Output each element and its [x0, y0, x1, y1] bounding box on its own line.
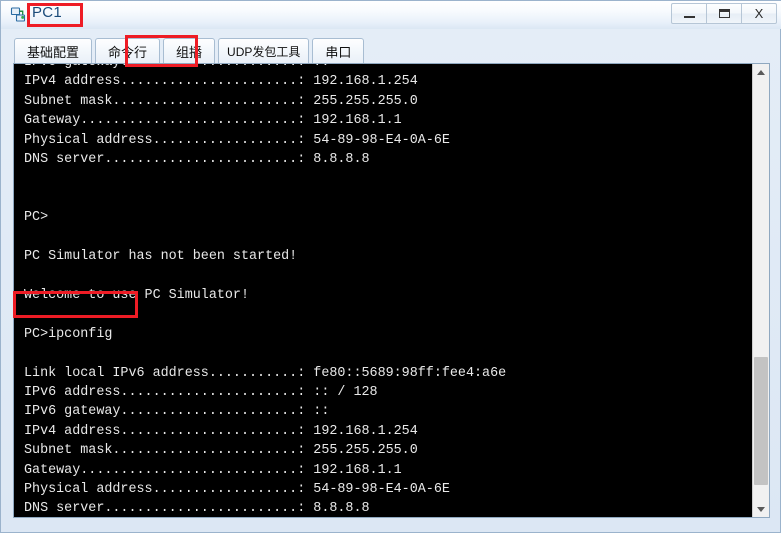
- pc-device-icon: [10, 6, 27, 23]
- scroll-down-button[interactable]: [753, 501, 769, 517]
- maximize-button[interactable]: [706, 3, 742, 24]
- application-root: PC1 X 基础配置 命令行 组播 UDP发包工具 串口 IPv6 gatewa…: [0, 0, 781, 533]
- tab-udp-packet-tool[interactable]: UDP发包工具: [218, 38, 310, 64]
- down-arrow-icon: [757, 506, 765, 512]
- tab-command-line[interactable]: 命令行: [95, 38, 161, 64]
- close-button[interactable]: X: [741, 3, 777, 24]
- tab-multicast[interactable]: 组播: [163, 38, 216, 64]
- minimize-button[interactable]: [671, 3, 707, 24]
- terminal-panel: IPv6 gateway......................: :: I…: [13, 63, 770, 518]
- maximize-icon: [718, 9, 730, 18]
- terminal-text: IPv6 gateway......................: :: I…: [24, 64, 507, 517]
- window-title: PC1: [32, 4, 63, 21]
- pc1-window: PC1 X 基础配置 命令行 组播 UDP发包工具 串口 IPv6 gatewa…: [0, 0, 781, 533]
- scroll-up-button[interactable]: [753, 64, 769, 80]
- minimize-icon: [683, 16, 695, 18]
- scrollbar-thumb[interactable]: [754, 357, 768, 485]
- tab-bar: 基础配置 命令行 组播 UDP发包工具 串口: [14, 38, 367, 64]
- terminal-scrollbar[interactable]: [752, 64, 769, 517]
- tab-serial-port[interactable]: 串口: [312, 38, 365, 64]
- tab-basic-config[interactable]: 基础配置: [14, 38, 93, 64]
- window-controls: X: [671, 3, 777, 24]
- up-arrow-icon: [757, 69, 765, 75]
- terminal-output-area[interactable]: IPv6 gateway......................: :: I…: [15, 64, 741, 517]
- window-titlebar: PC1 X: [1, 1, 781, 29]
